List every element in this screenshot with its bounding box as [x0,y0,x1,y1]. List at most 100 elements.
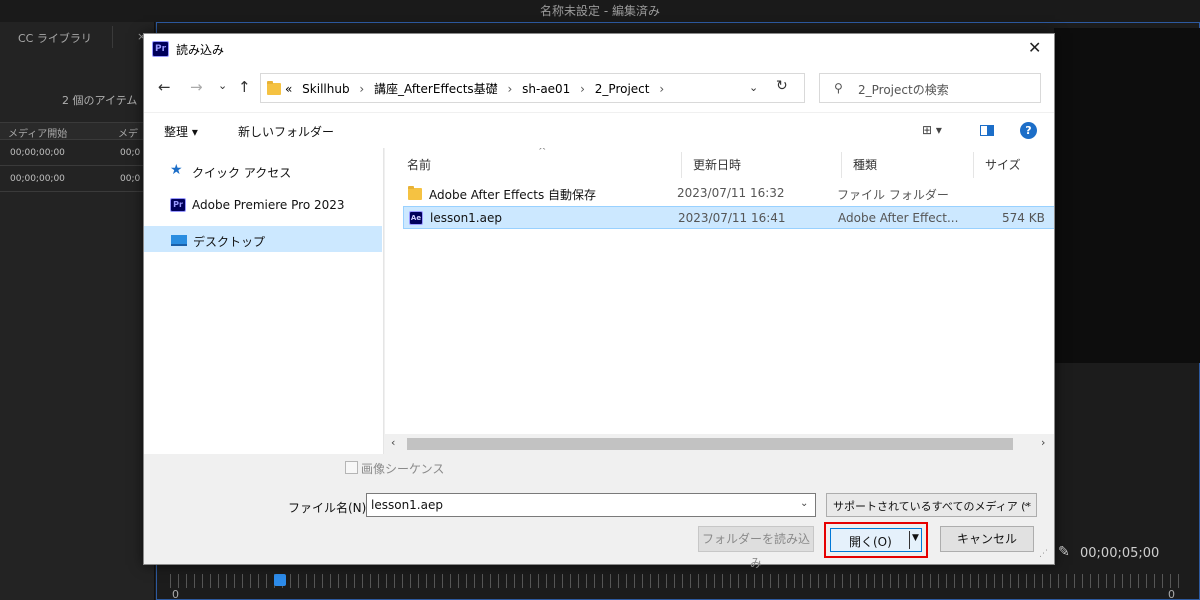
table-row[interactable]: 00;00;00;00 00;0 [0,170,155,192]
dialog-title: 読み込み [176,43,225,57]
import-dialog: Pr 読み込み ✕ ← → ⌄ ↑ « Skillhub › 講座_AfterE… [143,33,1055,570]
search-icon: ⚲ [834,81,843,95]
refresh-icon[interactable]: ↻ [776,78,788,94]
forward-arrow-icon[interactable]: → [190,78,203,96]
scroll-left-icon[interactable]: ‹ [391,436,395,449]
tab-separator [112,26,113,48]
file-date: 2023/07/11 16:32 [677,186,785,200]
star-icon: ★ [170,162,183,178]
chevron-right-icon[interactable]: › [507,82,512,96]
column-divider[interactable] [973,152,974,178]
desktop-icon [171,235,187,246]
column-media-start[interactable]: メディア開始 [8,125,67,140]
horizontal-scrollbar[interactable]: ‹ › [385,434,1054,454]
breadcrumb-2-project[interactable]: 2_Project [595,82,650,96]
cc-library-tab[interactable]: CC ライブラリ [18,30,92,46]
file-row[interactable]: Ae lesson1.aep 2023/07/11 16:41 Adobe Af… [403,206,1054,229]
column-divider[interactable] [841,152,842,178]
sidebar-item-label: Adobe Premiere Pro 2023 [192,198,345,212]
preview-area [1054,28,1200,363]
column-size[interactable]: サイズ [985,148,1021,182]
item-count: 2 個のアイテム [62,94,138,107]
organize-button[interactable]: 整理 ▾ [164,123,198,140]
resize-grip-icon[interactable]: ⋰ [1039,549,1048,559]
file-type-select[interactable]: サポートされているすべてのメディア (* [826,493,1037,517]
dialog-titlebar[interactable]: Pr 読み込み ✕ [144,34,1054,64]
search-placeholder: 2_Projectの検索 [858,83,949,97]
column-media-end[interactable]: メデ [118,125,138,140]
chevron-down-icon[interactable]: ⌄ [1022,498,1030,509]
breadcrumb: « Skillhub › 講座_AfterEffects基礎 › sh-ae01… [285,80,670,97]
row-cell: 00;00;00;00 [10,174,65,184]
chevron-down-icon[interactable]: ⌄ [800,498,808,509]
file-name: lesson1.aep [430,211,502,225]
address-bar[interactable]: « Skillhub › 講座_AfterEffects基礎 › sh-ae01… [260,73,805,103]
navigation-pane: ★ クイック アクセス Pr Adobe Premiere Pro 2023 デ… [144,148,384,454]
sort-arrow-icon: ^ [538,148,547,157]
import-folder-button[interactable]: フォルダーを読み込み [698,526,814,570]
chevron-right-icon[interactable]: › [359,82,364,96]
new-folder-button[interactable]: 新しいフォルダー [238,123,334,140]
chevron-down-icon[interactable]: ⌄ [749,81,758,94]
preview-pane-icon[interactable] [980,125,994,136]
column-name[interactable]: 名前 [407,148,431,182]
open-button-highlight: 開く(O) ▼ [824,522,928,558]
up-arrow-icon[interactable]: ↑ [238,78,251,96]
file-date: 2023/07/11 16:41 [678,211,786,225]
timeline-ruler[interactable] [170,574,1180,588]
file-size: 574 KB [1002,211,1045,225]
window-title: 名称未設定 - 編集済み [0,0,1200,22]
row-cell: 00;00;00;00 [10,148,65,158]
navigation-bar: ← → ⌄ ↑ « Skillhub › 講座_AfterEffects基礎 ›… [144,64,1054,112]
image-sequence-checkbox[interactable] [345,461,358,474]
wrench-icon[interactable]: ✎ [1058,544,1070,560]
filename-label: ファイル名(N): [288,501,371,515]
file-list: 名前 ^ 更新日時 種類 サイズ Adobe After Effects 自動保… [385,148,1054,454]
scroll-right-icon[interactable]: › [1041,436,1045,449]
column-type[interactable]: 種類 [853,148,877,182]
close-icon[interactable]: ✕ [1028,38,1041,57]
cancel-button[interactable]: キャンセル [940,526,1034,552]
playhead-handle[interactable] [274,574,286,586]
ae-file-icon: Ae [409,211,423,225]
sidebar-item-premiere[interactable]: Pr Adobe Premiere Pro 2023 [144,192,382,218]
image-sequence-label: 画像シーケンス [361,462,445,476]
sidebar-item-quick-access[interactable]: ★ クイック アクセス [144,158,382,184]
back-arrow-icon[interactable]: ← [158,78,171,96]
help-icon[interactable]: ? [1020,122,1037,139]
sidebar-item-label: デスクトップ [193,235,266,249]
recent-locations-icon[interactable]: ⌄ [218,79,227,92]
table-row[interactable]: 00;00;00;00 00;0 [0,144,155,166]
row-cell: 00;0 [120,174,141,184]
ruler-end: 0 [1168,588,1175,600]
breadcrumb-sh-ae01[interactable]: sh-ae01 [522,82,570,96]
breadcrumb-course[interactable]: 講座_AfterEffects基礎 [374,82,498,96]
search-input[interactable]: ⚲ 2_Projectの検索 [819,73,1041,103]
timecode: 00;00;05;00 [1080,546,1160,561]
sidebar-item-desktop[interactable]: デスクトップ [144,226,382,252]
column-divider[interactable] [681,152,682,178]
view-options-icon[interactable]: ⊞ ▾ [922,123,942,137]
file-name: Adobe After Effects 自動保存 [429,188,597,202]
folder-icon [408,186,422,200]
file-type: Adobe After Effect... [838,211,959,225]
split-divider [909,531,910,549]
file-row[interactable]: Adobe After Effects 自動保存 2023/07/11 16:3… [403,182,1054,205]
premiere-icon: Pr [170,198,186,212]
breadcrumb-skillhub[interactable]: Skillhub [302,82,349,96]
column-header: メディア開始 メデ [0,122,155,140]
breadcrumb-overflow[interactable]: « [285,82,292,96]
column-date[interactable]: 更新日時 [693,148,741,182]
file-type: ファイル フォルダー [837,188,949,202]
chevron-right-icon[interactable]: › [580,82,585,96]
chevron-down-icon[interactable]: ▼ [912,533,919,543]
project-panel: CC ライブラリ × 2 個のアイテム メディア開始 メデ 00;00;00;0… [0,22,155,600]
scroll-thumb[interactable] [407,438,1013,450]
row-cell: 00;0 [120,148,141,158]
chevron-right-icon[interactable]: › [659,82,664,96]
sidebar-item-label: クイック アクセス [192,166,292,180]
filename-input[interactable]: lesson1.aep [366,493,816,517]
open-button-label: 開く(O) [849,535,892,549]
premiere-icon: Pr [152,41,169,57]
open-button[interactable]: 開く(O) ▼ [830,528,922,552]
